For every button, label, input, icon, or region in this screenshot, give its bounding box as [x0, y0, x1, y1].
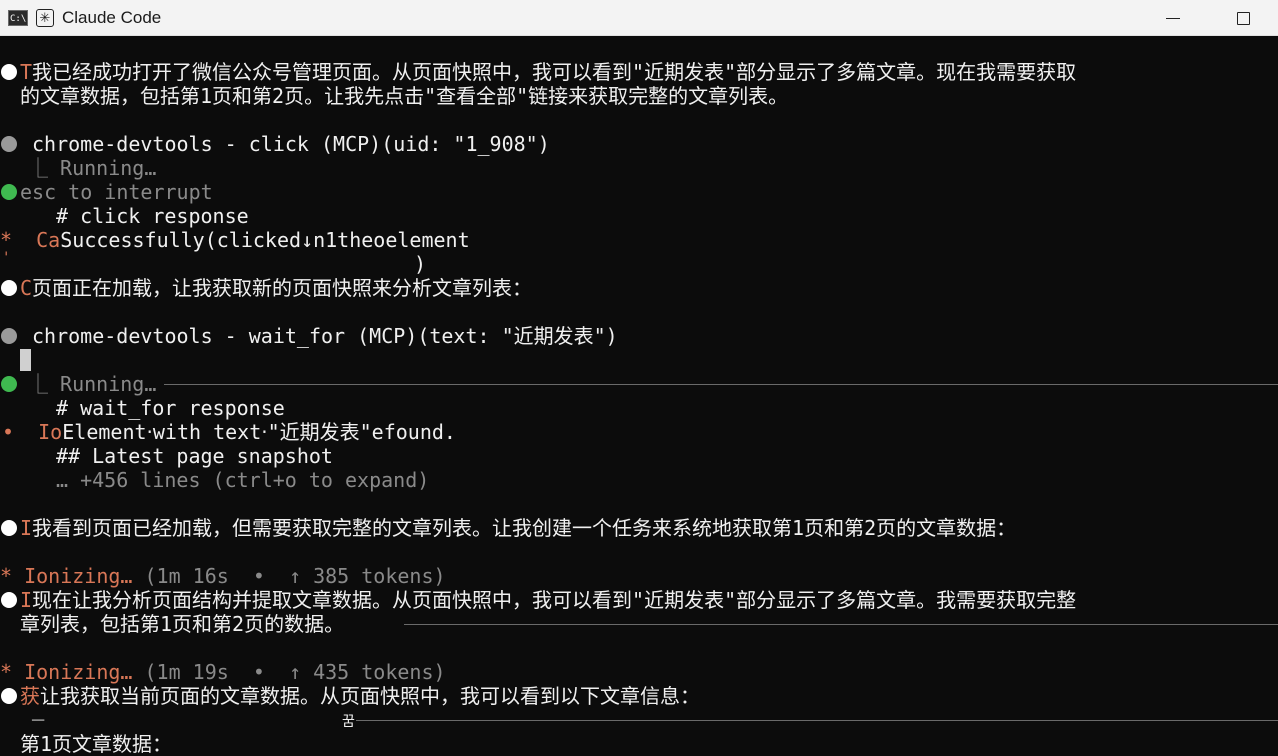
message-bullet-icon — [1, 280, 17, 296]
ionizing-status: * Ionizing… (1m 19s • ↑ 435 tokens) — [0, 660, 446, 684]
spinner-fragment: ' — [2, 250, 11, 266]
ionizing-status: * Ionizing… (1m 16s • ↑ 385 tokens) — [0, 564, 446, 588]
minimize-icon — [1166, 17, 1180, 19]
prompt-border-dash: ─ — [32, 708, 45, 732]
message-bullet-icon — [1, 520, 17, 536]
assistant-message-line: T我已经成功打开了微信公众号管理页面。从页面快照中，我可以看到"近期发表"部分显… — [20, 60, 1077, 84]
page1-data-header: 第1页文章数据： — [20, 732, 173, 756]
tool-call-line: chrome-devtools - wait_for (MCP)(text: "… — [32, 324, 618, 348]
assistant-message-line: 章列表，包括第1页和第2页的数据。 — [20, 612, 345, 636]
tool-bullet-icon — [1, 328, 17, 344]
terminal-output[interactable]: T我已经成功打开了微信公众号管理页面。从页面快照中，我可以看到"近期发表"部分显… — [0, 36, 1278, 756]
tool-running-status: ⎿ Running… — [28, 372, 157, 396]
divider-line — [164, 384, 1278, 385]
window-titlebar: C:\. ✳ Claude Code — [0, 0, 1278, 36]
tool-bullet-icon — [1, 136, 17, 152]
esc-interrupt-hint: esc to interrupt — [20, 180, 213, 204]
assistant-message-line: 获让我获取当前页面的文章数据。从页面快照中，我可以看到以下文章信息： — [20, 684, 700, 708]
claude-app-icon: ✳ — [36, 8, 54, 27]
snapshot-header: ## Latest page snapshot — [56, 444, 333, 468]
tool-running-status: ⎿ Running… — [28, 156, 157, 180]
window-title: Claude Code — [62, 7, 162, 27]
divider-line — [404, 624, 1278, 625]
assistant-message-line: I我看到页面已经加载，但需要获取完整的文章列表。让我创建一个任务来系统地获取第1… — [20, 516, 1017, 540]
assistant-message-line: I现在让我分析页面结构并提取文章数据。从页面快照中，我可以看到"近期发表"部分显… — [20, 588, 1077, 612]
glyph-fragment: 꿈 — [342, 714, 355, 730]
maximize-button[interactable] — [1208, 0, 1278, 36]
status-bullet-icon — [1, 376, 17, 392]
window-controls — [1138, 0, 1278, 36]
terminal-icon: C:\. — [8, 9, 28, 26]
spinner-line: * CaSuccessfully(clicked↓n1theoelement — [0, 228, 470, 252]
wait-response-header: # wait_for response — [56, 396, 285, 420]
text-cursor — [20, 349, 31, 371]
maximize-icon — [1236, 11, 1250, 25]
tool-call-line: chrome-devtools - click (MCP)(uid: "1_90… — [32, 132, 550, 156]
closing-paren: ) — [414, 252, 427, 276]
click-response-header: # click response — [56, 204, 249, 228]
assistant-message-line: C页面正在加载，让我获取新的页面快照来分析文章列表： — [20, 276, 533, 300]
status-bullet-icon — [1, 184, 17, 200]
message-bullet-icon — [1, 64, 17, 80]
divider-line — [356, 720, 1278, 721]
assistant-message-line: 的文章数据，包括第1页和第2页。让我先点击"查看全部"链接来获取完整的文章列表。 — [20, 84, 789, 108]
message-bullet-icon — [1, 592, 17, 608]
message-bullet-icon — [1, 688, 17, 704]
expand-hint[interactable]: … +456 lines (ctrl+o to expand) — [56, 468, 429, 492]
spinner-line: • IoElement‧with text‧"近期发表"efound. — [2, 420, 456, 444]
minimize-button[interactable] — [1138, 0, 1208, 36]
